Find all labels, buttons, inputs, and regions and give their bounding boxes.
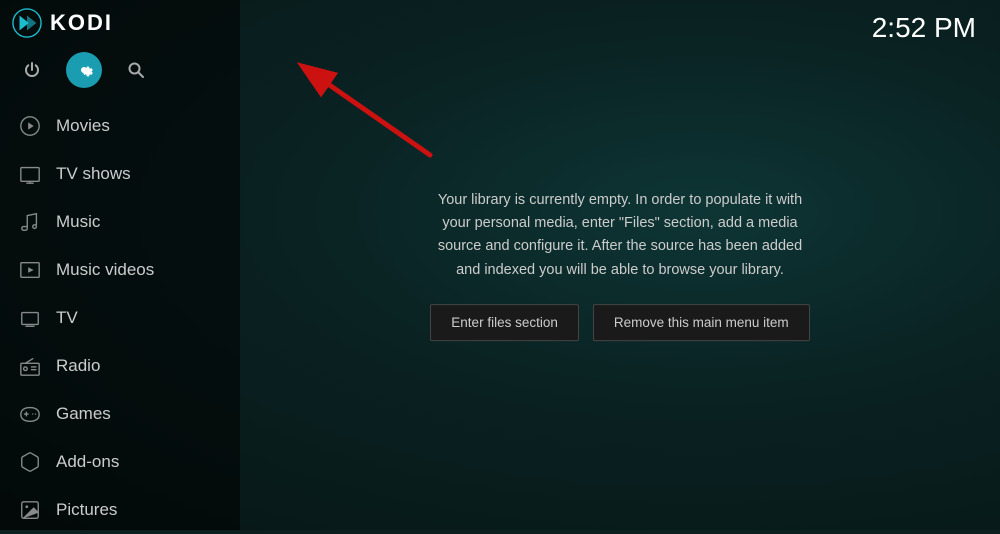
tvshows-icon xyxy=(18,162,42,186)
sidebar: KODI xyxy=(0,0,240,530)
library-empty-text: Your library is currently empty. In orde… xyxy=(430,189,810,282)
nav-label-musicvideos: Music videos xyxy=(56,260,154,280)
addons-icon xyxy=(18,450,42,474)
nav-label-games: Games xyxy=(56,404,111,424)
library-message-area: Your library is currently empty. In orde… xyxy=(430,189,810,341)
app-header: KODI xyxy=(0,0,240,46)
library-action-buttons: Enter files section Remove this main men… xyxy=(430,304,810,341)
nav-item-tv[interactable]: TV xyxy=(0,294,240,342)
movies-icon xyxy=(18,114,42,138)
enter-files-button[interactable]: Enter files section xyxy=(430,304,579,341)
app-title: KODI xyxy=(50,10,113,36)
nav-item-musicvideos[interactable]: Music videos xyxy=(0,246,240,294)
power-icon xyxy=(22,60,42,80)
nav-label-tv: TV xyxy=(56,308,78,328)
nav-label-addons: Add-ons xyxy=(56,452,119,472)
main-content: 2:52 PM Your library is currently empty.… xyxy=(240,0,1000,530)
settings-button[interactable] xyxy=(66,52,102,88)
remove-menu-item-button[interactable]: Remove this main menu item xyxy=(593,304,810,341)
nav-item-addons[interactable]: Add-ons xyxy=(0,438,240,486)
nav-menu: Movies TV shows Music xyxy=(0,98,240,534)
nav-item-movies[interactable]: Movies xyxy=(0,102,240,150)
nav-label-tvshows: TV shows xyxy=(56,164,131,184)
games-icon xyxy=(18,402,42,426)
header-controls xyxy=(0,46,240,98)
power-button[interactable] xyxy=(14,52,50,88)
radio-icon xyxy=(18,354,42,378)
nav-item-pictures[interactable]: Pictures xyxy=(0,486,240,534)
nav-label-pictures: Pictures xyxy=(56,500,117,520)
search-icon xyxy=(126,60,146,80)
nav-item-music[interactable]: Music xyxy=(0,198,240,246)
pictures-icon xyxy=(18,498,42,522)
music-icon xyxy=(18,210,42,234)
nav-item-games[interactable]: Games xyxy=(0,390,240,438)
settings-icon xyxy=(74,60,94,80)
musicvideos-icon xyxy=(18,258,42,282)
nav-item-radio[interactable]: Radio xyxy=(0,342,240,390)
time-display: 2:52 PM xyxy=(872,12,976,44)
nav-item-tvshows[interactable]: TV shows xyxy=(0,150,240,198)
tv-icon xyxy=(18,306,42,330)
kodi-logo: KODI xyxy=(12,8,113,38)
nav-label-movies: Movies xyxy=(56,116,110,136)
nav-label-radio: Radio xyxy=(56,356,100,376)
kodi-icon xyxy=(12,8,42,38)
search-button[interactable] xyxy=(118,52,154,88)
nav-label-music: Music xyxy=(56,212,100,232)
